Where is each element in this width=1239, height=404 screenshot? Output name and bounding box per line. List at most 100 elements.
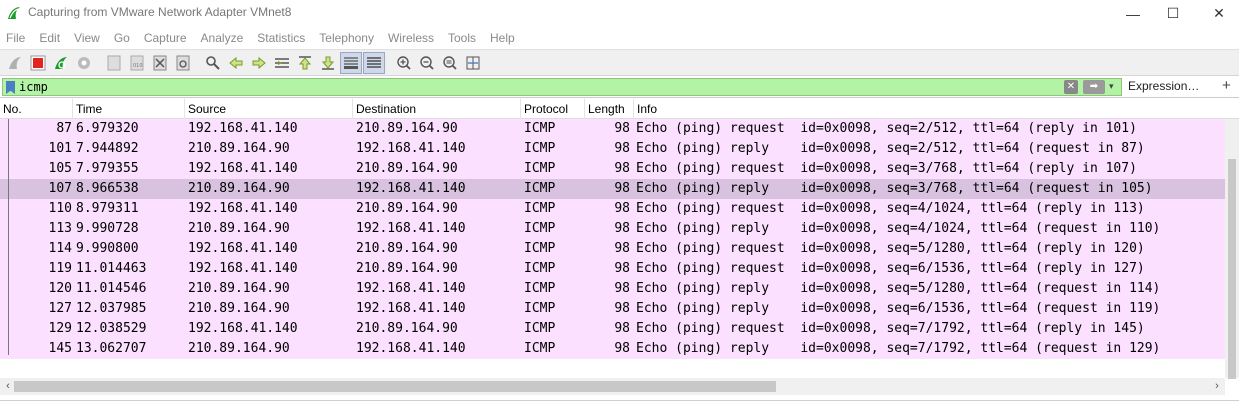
go-to-packet-icon[interactable] bbox=[271, 52, 293, 74]
reload-file-icon[interactable] bbox=[172, 52, 194, 74]
horizontal-scroll-thumb[interactable] bbox=[14, 381, 776, 392]
horizontal-scrollbar[interactable]: ‹ › bbox=[0, 378, 1225, 395]
shark-fin-start-icon[interactable] bbox=[4, 52, 26, 74]
packet-info: Echo (ping) request id=0x0098, seq=5/128… bbox=[636, 241, 1145, 256]
packet-destination: 210.89.164.90 bbox=[356, 121, 458, 136]
column-header-destination[interactable]: Destination bbox=[353, 99, 521, 119]
close-window-button[interactable]: ✕ bbox=[1196, 0, 1239, 27]
expression-button[interactable]: Expression… bbox=[1128, 79, 1199, 93]
find-packet-icon[interactable] bbox=[202, 52, 224, 74]
packet-length: 98 bbox=[614, 261, 630, 276]
conversation-tree-line bbox=[8, 119, 9, 355]
vertical-scroll-thumb[interactable] bbox=[1228, 159, 1236, 379]
menu-tools[interactable]: Tools bbox=[448, 28, 476, 48]
menu-telephony[interactable]: Telephony bbox=[319, 28, 374, 48]
packet-no: 120 bbox=[48, 281, 72, 296]
capture-options-icon[interactable] bbox=[73, 52, 95, 74]
menu-statistics[interactable]: Statistics bbox=[257, 28, 305, 48]
packet-destination: 210.89.164.90 bbox=[356, 161, 458, 176]
menu-edit[interactable]: Edit bbox=[39, 28, 60, 48]
packet-info: Echo (ping) request id=0x0098, seq=4/102… bbox=[636, 201, 1145, 216]
packet-protocol: ICMP bbox=[524, 261, 556, 276]
column-header-source[interactable]: Source bbox=[185, 99, 353, 119]
table-row[interactable]: 114 9.990800 192.168.41.140 210.89.164.90 IC… bbox=[0, 239, 1225, 259]
packet-protocol: ICMP bbox=[524, 161, 556, 176]
column-header-protocol[interactable]: Protocol bbox=[521, 99, 585, 119]
column-header-time[interactable]: Time bbox=[73, 99, 185, 119]
title-bar: Capturing from VMware Network Adapter VM… bbox=[0, 0, 1239, 27]
packet-time: 7.979355 bbox=[76, 161, 139, 176]
resize-columns-icon[interactable] bbox=[462, 52, 484, 74]
packet-info: Echo (ping) request id=0x0098, seq=6/153… bbox=[636, 261, 1145, 276]
scroll-right-icon[interactable]: › bbox=[1211, 378, 1223, 395]
packet-no: 127 bbox=[48, 301, 72, 316]
stop-capture-icon[interactable] bbox=[27, 52, 49, 74]
save-file-icon[interactable]: 010 bbox=[126, 52, 148, 74]
packet-info: Echo (ping) reply id=0x0098, seq=2/512, … bbox=[636, 141, 1145, 156]
packet-protocol: ICMP bbox=[524, 181, 556, 196]
menu-view[interactable]: View bbox=[74, 28, 100, 48]
menu-go[interactable]: Go bbox=[114, 28, 130, 48]
scroll-left-icon[interactable]: ‹ bbox=[2, 378, 14, 395]
colorize-icon[interactable] bbox=[363, 51, 385, 74]
packet-destination: 192.168.41.140 bbox=[356, 281, 466, 296]
table-row[interactable]: 120 11.014546 210.89.164.90 192.168.41.140 I… bbox=[0, 279, 1225, 299]
go-last-icon[interactable] bbox=[317, 52, 339, 74]
packet-time: 11.014463 bbox=[76, 261, 147, 276]
menu-analyze[interactable]: Analyze bbox=[201, 28, 244, 48]
column-header-info[interactable]: Info bbox=[634, 99, 1225, 119]
packet-no: 145 bbox=[48, 341, 72, 356]
add-filter-button[interactable]: + bbox=[1222, 77, 1231, 94]
packet-protocol: ICMP bbox=[524, 121, 556, 136]
zoom-in-icon[interactable] bbox=[393, 52, 415, 74]
packet-time: 11.014546 bbox=[76, 281, 147, 296]
bookmark-icon[interactable] bbox=[6, 81, 15, 94]
apply-filter-icon[interactable]: ➡ bbox=[1083, 80, 1105, 94]
restart-capture-icon[interactable] bbox=[50, 52, 72, 74]
maximize-button[interactable]: ☐ bbox=[1150, 0, 1196, 27]
table-row[interactable]: 87 6.979320 192.168.41.140 210.89.164.90 ICM… bbox=[0, 119, 1225, 139]
packet-source: 192.168.41.140 bbox=[188, 261, 298, 276]
table-row[interactable]: 101 7.944892 210.89.164.90 192.168.41.140 IC… bbox=[0, 139, 1225, 159]
go-forward-icon[interactable] bbox=[248, 52, 270, 74]
zoom-out-icon[interactable] bbox=[416, 52, 438, 74]
table-row[interactable]: 110 8.979311 192.168.41.140 210.89.164.90 IC… bbox=[0, 199, 1225, 219]
go-back-icon[interactable] bbox=[225, 52, 247, 74]
table-row[interactable]: 105 7.979355 192.168.41.140 210.89.164.90 IC… bbox=[0, 159, 1225, 179]
table-row[interactable]: 119 11.014463 192.168.41.140 210.89.164.90 I… bbox=[0, 259, 1225, 279]
packet-no: 114 bbox=[48, 241, 72, 256]
pane-divider[interactable] bbox=[0, 400, 1239, 401]
table-row[interactable]: 145 13.062707 210.89.164.90 192.168.41.140 I… bbox=[0, 339, 1225, 359]
packet-info: Echo (ping) request id=0x0098, seq=3/768… bbox=[636, 161, 1137, 176]
menu-help[interactable]: Help bbox=[490, 28, 515, 48]
table-row[interactable]: 107 8.966538 210.89.164.90 192.168.41.140 IC… bbox=[0, 179, 1225, 199]
packet-source: 192.168.41.140 bbox=[188, 121, 298, 136]
column-header-length[interactable]: Length bbox=[585, 99, 634, 119]
close-file-icon[interactable] bbox=[149, 52, 171, 74]
packet-destination: 210.89.164.90 bbox=[356, 261, 458, 276]
packet-time: 8.966538 bbox=[76, 181, 139, 196]
packet-source: 210.89.164.90 bbox=[188, 341, 290, 356]
table-row[interactable]: 113 9.990728 210.89.164.90 192.168.41.140 IC… bbox=[0, 219, 1225, 239]
display-filter-input[interactable] bbox=[19, 79, 1049, 95]
column-header-no[interactable]: No. bbox=[0, 99, 73, 119]
packet-length: 98 bbox=[614, 161, 630, 176]
menu-wireless[interactable]: Wireless bbox=[388, 28, 434, 48]
packet-destination: 210.89.164.90 bbox=[356, 201, 458, 216]
table-row[interactable]: 127 12.037985 210.89.164.90 192.168.41.140 I… bbox=[0, 299, 1225, 319]
menu-file[interactable]: File bbox=[6, 28, 25, 48]
go-first-icon[interactable] bbox=[294, 52, 316, 74]
menu-capture[interactable]: Capture bbox=[144, 28, 187, 48]
clear-filter-icon[interactable]: ✕ bbox=[1064, 80, 1078, 94]
normal-size-icon[interactable] bbox=[439, 52, 461, 74]
chevron-down-icon[interactable]: ▾ bbox=[1109, 81, 1119, 93]
packet-destination: 192.168.41.140 bbox=[356, 141, 466, 156]
display-filter-bar: ✕ ➡ ▾ Expression… + bbox=[0, 77, 1239, 98]
auto-scroll-icon[interactable] bbox=[340, 51, 362, 74]
open-file-icon[interactable] bbox=[103, 52, 125, 74]
table-row[interactable]: 129 12.038529 192.168.41.140 210.89.164.90 I… bbox=[0, 319, 1225, 339]
packet-source: 210.89.164.90 bbox=[188, 141, 290, 156]
vertical-scrollbar[interactable] bbox=[1225, 119, 1239, 379]
packet-no: 105 bbox=[48, 161, 72, 176]
packet-destination: 192.168.41.140 bbox=[356, 301, 466, 316]
